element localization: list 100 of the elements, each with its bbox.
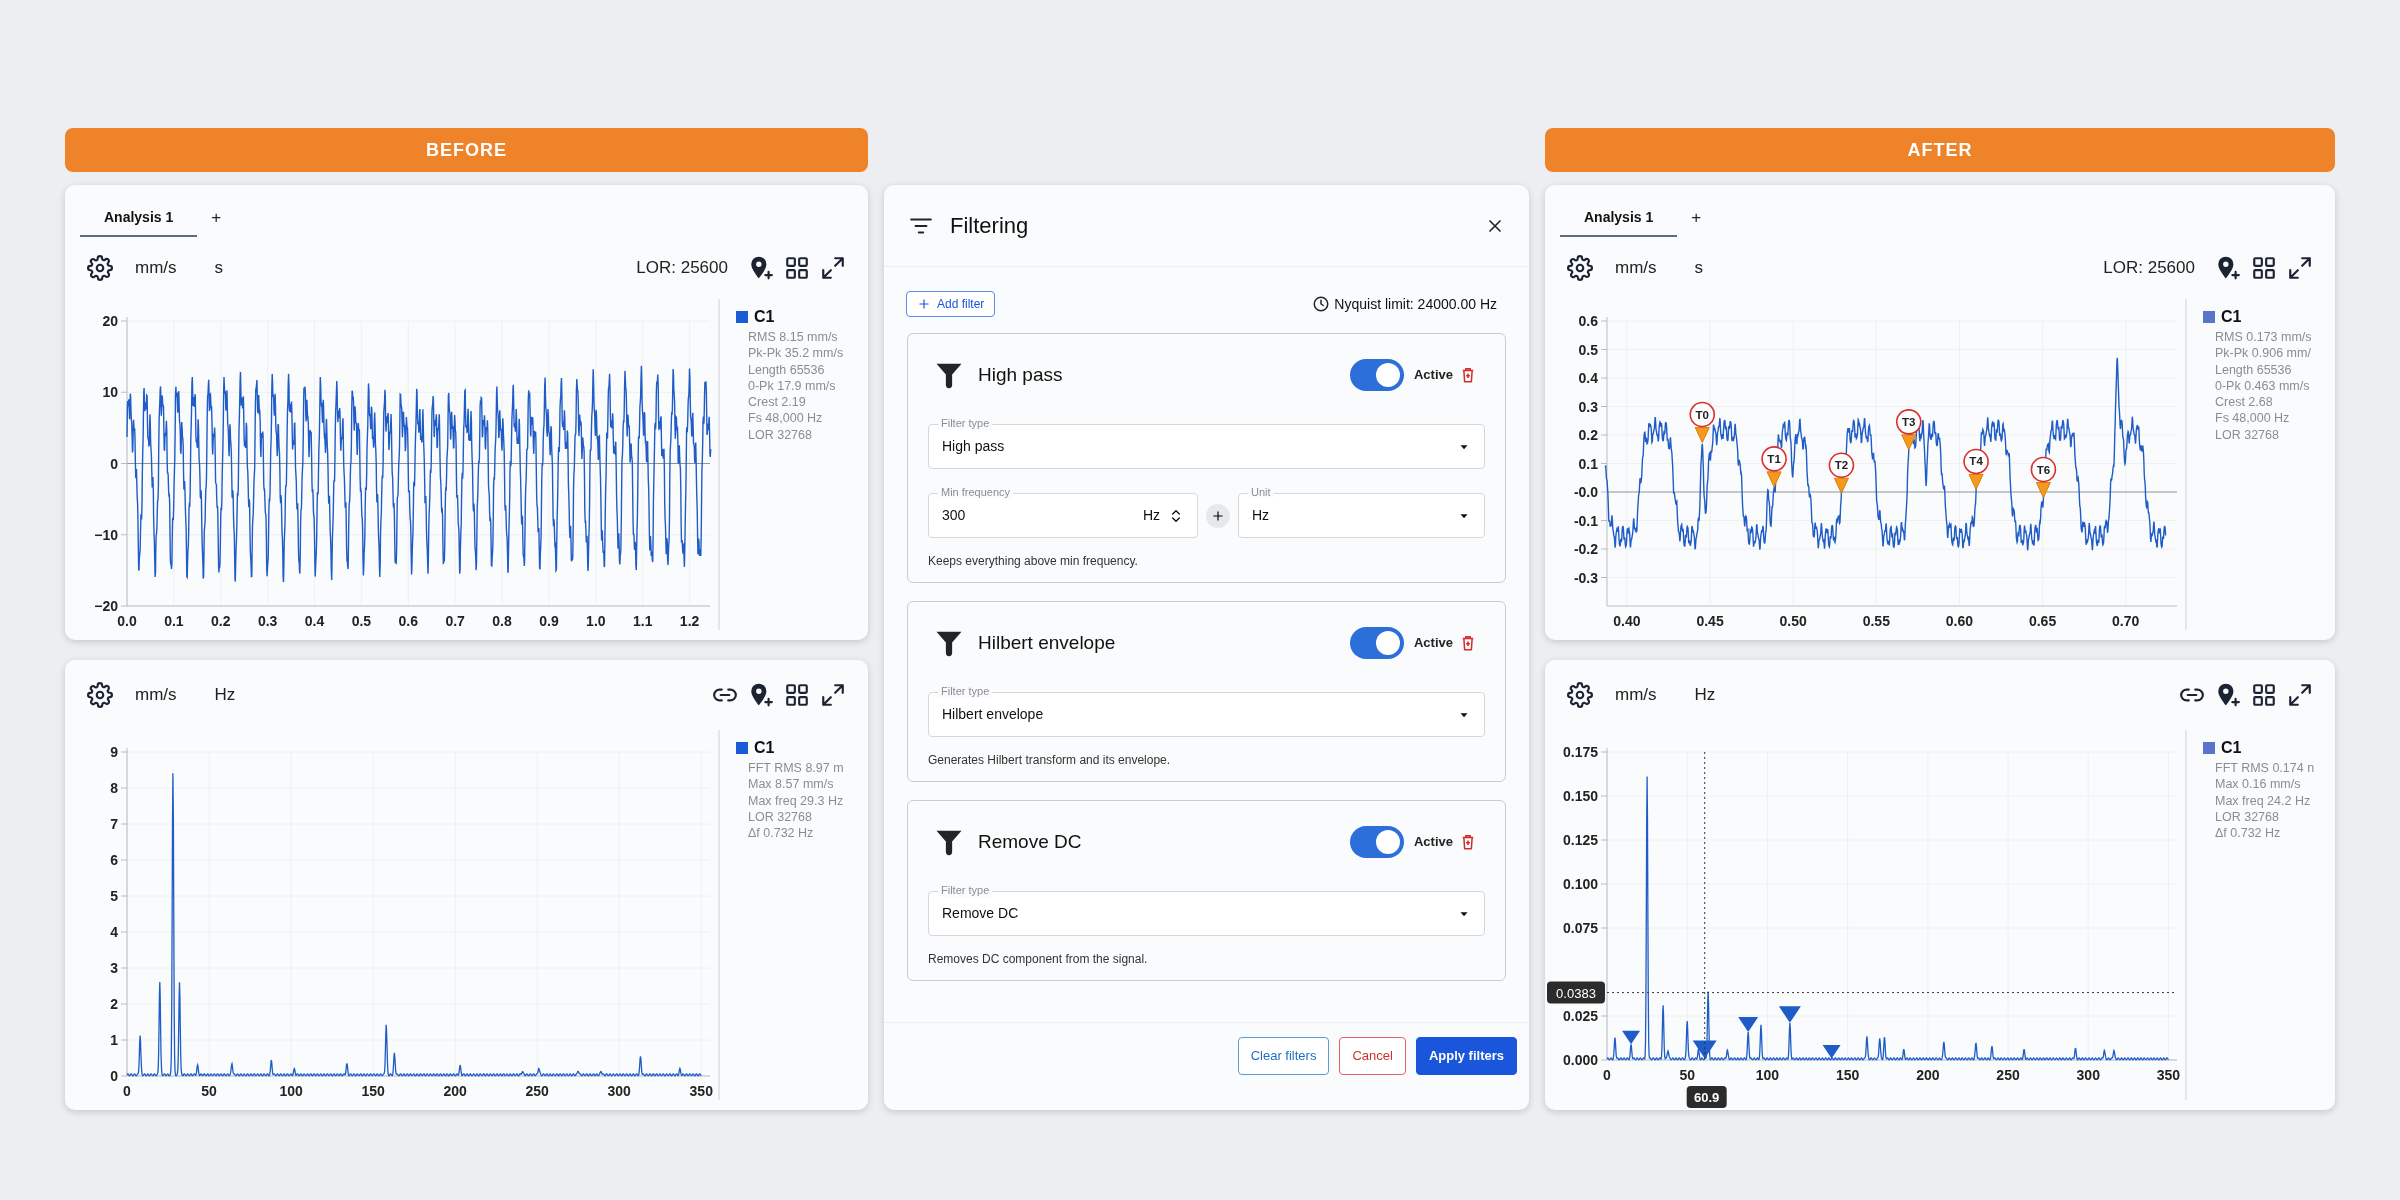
field-label: Filter type — [938, 883, 993, 897]
legend-stat: Length 65536 — [747, 361, 826, 378]
axis-label: 0.6 — [1578, 313, 1598, 329]
expand-icon[interactable] — [820, 682, 846, 708]
legend-swatch — [736, 742, 748, 754]
unit-selector[interactable]: mm/s — [1615, 255, 1657, 281]
lor-label: LOR: 25600 — [636, 257, 728, 280]
axis-label: 0.150 — [1562, 788, 1598, 804]
tab[interactable]: Analysis 1 — [1560, 199, 1678, 237]
settings-icon[interactable] — [87, 255, 113, 281]
unit-selector[interactable]: mm/s — [1615, 682, 1657, 708]
add-tab-button[interactable]: + — [205, 199, 228, 237]
plus-icon — [917, 297, 931, 311]
pin-plus-icon[interactable] — [2215, 682, 2241, 708]
legend-name: C1 — [2221, 738, 2242, 758]
settings-icon[interactable] — [87, 682, 113, 708]
toggle-switch[interactable] — [1349, 627, 1404, 659]
settings-icon[interactable] — [1567, 682, 1593, 708]
unit-selector[interactable]: mm/s — [135, 255, 177, 281]
field-label: Filter type — [938, 416, 993, 430]
unit-selector[interactable]: s — [1694, 255, 1704, 281]
axis-label: 1.2 — [679, 613, 700, 629]
expand-icon[interactable] — [2287, 255, 2313, 281]
plus-icon — [1211, 508, 1225, 523]
expand-icon[interactable] — [2287, 682, 2313, 708]
axis-label: 0 — [110, 455, 118, 472]
grid-icon[interactable] — [2251, 255, 2277, 281]
axis-label: 0.2 — [211, 613, 231, 629]
axis-label: 1.0 — [586, 613, 606, 629]
axis-label: 2 — [110, 996, 118, 1012]
add-tab-button[interactable]: + — [1685, 199, 1708, 237]
pin-plus-icon[interactable] — [2215, 255, 2241, 281]
legend-stat: Max 0.16 mm/s — [2214, 776, 2302, 793]
legend-stat: LOR 32768 — [747, 426, 813, 443]
add-filter-button[interactable]: Add filter — [906, 291, 996, 317]
axis-label: -0.0 — [1573, 484, 1598, 500]
legend-stat: Max 8.57 mm/s — [747, 776, 835, 793]
expand-icon[interactable] — [820, 255, 846, 281]
legend-name: C1 — [754, 738, 775, 758]
number-field[interactable]: Min frequency 300 Hz — [928, 485, 1198, 538]
axis-label: 0.8 — [492, 613, 512, 629]
filter-title: Remove DC — [978, 829, 1082, 854]
pin-plus-icon[interactable] — [748, 255, 774, 281]
legend-stat: Fs 48,000 Hz — [2214, 410, 2291, 427]
footer-button[interactable]: Cancel — [1339, 1037, 1406, 1075]
select-field[interactable]: Filter type Hilbert envelope — [928, 684, 1485, 737]
axis-label: 0 — [1603, 1067, 1611, 1083]
axis-label: 300 — [607, 1083, 631, 1099]
active-label: Active — [1413, 366, 1453, 385]
footer-button[interactable]: Clear filters — [1237, 1037, 1330, 1075]
unit-selector[interactable]: s — [214, 255, 224, 281]
select-field[interactable]: Filter type High pass — [928, 416, 1485, 469]
tab[interactable]: Analysis 1 — [80, 199, 198, 237]
unit-selector[interactable]: mm/s — [135, 682, 177, 708]
axis-label: 0.65 — [2028, 613, 2057, 629]
axis-label: 0.9 — [539, 613, 559, 629]
axis-label: 100 — [1755, 1067, 1780, 1083]
select-field[interactable]: Unit Hz — [1238, 485, 1485, 538]
axis-label: 0.70 — [2112, 613, 2140, 629]
legend-stat: Fs 48,000 Hz — [747, 410, 824, 427]
axis-label: 0.000 — [1562, 1052, 1598, 1068]
axis-label: -0.1 — [1573, 512, 1598, 529]
section-header: BEFORE — [65, 128, 868, 172]
grid-icon[interactable] — [784, 255, 810, 281]
axis-label: 0.2 — [1578, 427, 1598, 443]
settings-icon[interactable] — [1567, 255, 1593, 281]
axis-label: 0.6 — [398, 613, 419, 629]
legend-stat: Pk-Pk 35.2 mm/s — [747, 345, 845, 362]
select-field[interactable]: Filter type Remove DC — [928, 883, 1485, 936]
nyquist-label: Nyquist limit: 24000.00 Hz — [1334, 294, 1497, 314]
legend-stat: Max freq 24.2 Hz — [2214, 792, 2312, 809]
axis-label: 0 — [123, 1083, 131, 1099]
toggle-switch[interactable] — [1349, 359, 1404, 391]
axis-label: 0.4 — [304, 613, 325, 629]
grid-icon[interactable] — [2251, 682, 2277, 708]
toggle-switch[interactable] — [1349, 826, 1404, 858]
dialog-title: Filtering — [950, 212, 1029, 240]
grid-icon[interactable] — [784, 682, 810, 708]
axis-label: 0.7 — [445, 613, 465, 629]
legend-stat: Pk-Pk 0.906 mm/ — [2214, 345, 2312, 362]
axis-label: 200 — [1916, 1067, 1940, 1083]
cursor-readout: 60.9 — [1686, 1086, 1727, 1108]
axis-label: 50 — [1679, 1067, 1695, 1083]
axis-label: 5 — [110, 888, 118, 904]
axis-label: 0.45 — [1696, 613, 1724, 629]
axis-label: −20 — [94, 598, 118, 614]
unit-selector[interactable]: Hz — [1694, 682, 1716, 708]
field-label: Min frequency — [938, 485, 1014, 499]
pin-plus-icon[interactable] — [748, 682, 774, 708]
filter-title: Hilbert envelope — [978, 630, 1116, 655]
peak-marker — [1622, 1030, 1641, 1045]
axis-label: 0 — [110, 1068, 118, 1084]
axis-label: 20 — [102, 313, 118, 329]
peak-marker — [1738, 1017, 1759, 1033]
add-button[interactable] — [1206, 503, 1230, 528]
legend-stat: Δf 0.732 Hz — [2214, 825, 2282, 842]
legend-swatch — [2203, 742, 2215, 754]
unit-selector[interactable]: Hz — [214, 682, 236, 708]
footer-button[interactable]: Apply filters — [1415, 1037, 1517, 1075]
axis-label: -0.2 — [1573, 541, 1598, 557]
